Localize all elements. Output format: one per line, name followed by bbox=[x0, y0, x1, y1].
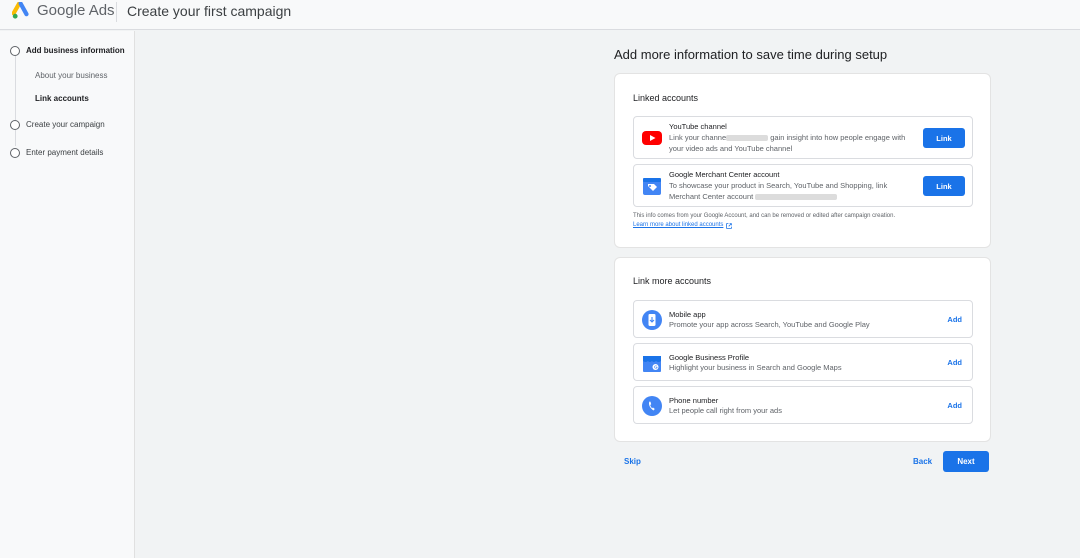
phone-number-title: Phone number bbox=[669, 396, 719, 405]
next-button[interactable]: Next bbox=[943, 451, 989, 472]
top-bar: Google Ads Create your first campaign bbox=[0, 0, 1080, 30]
merchant-center-row: Google Merchant Center account To showca… bbox=[633, 164, 973, 207]
substep-link-accounts[interactable]: Link accounts bbox=[35, 94, 89, 104]
google-ads-logo-icon[interactable] bbox=[12, 1, 32, 21]
skip-button[interactable]: Skip bbox=[624, 457, 641, 467]
mobile-app-row: Mobile app Promote your app across Searc… bbox=[633, 300, 973, 338]
stepper-line bbox=[14, 56, 16, 120]
mobile-app-add-button[interactable]: Add bbox=[947, 315, 962, 324]
youtube-channel-row: YouTube channel Link your channe gain in… bbox=[633, 116, 973, 159]
redacted-text bbox=[726, 135, 769, 142]
redacted-text bbox=[755, 194, 838, 201]
merchant-center-title: Google Merchant Center account bbox=[669, 170, 780, 179]
merchant-center-icon bbox=[643, 178, 661, 195]
youtube-channel-title: YouTube channel bbox=[669, 122, 727, 131]
learn-more-label[interactable]: Learn more about linked accounts bbox=[633, 221, 723, 230]
youtube-link-button[interactable]: Link bbox=[923, 128, 965, 148]
mobile-app-icon bbox=[642, 310, 662, 330]
step-indicator-icon bbox=[10, 148, 20, 158]
step-enter-payment-details[interactable]: Enter payment details bbox=[26, 148, 103, 158]
linked-accounts-card: Linked accounts YouTube channel Link you… bbox=[614, 73, 991, 248]
linked-accounts-title: Linked accounts bbox=[633, 93, 699, 103]
phone-icon bbox=[642, 396, 662, 416]
phone-number-description: Let people call right from your ads bbox=[669, 406, 782, 415]
substep-about-your-business[interactable]: About your business bbox=[35, 71, 108, 81]
step-indicator-icon bbox=[10, 120, 20, 130]
svg-text:G: G bbox=[654, 365, 658, 370]
mobile-app-title: Mobile app bbox=[669, 310, 706, 319]
youtube-icon bbox=[642, 131, 662, 145]
business-profile-icon: G bbox=[643, 356, 661, 372]
step-add-business-information[interactable]: Add business information bbox=[26, 46, 125, 56]
header-divider bbox=[116, 2, 117, 22]
business-profile-add-button[interactable]: Add bbox=[947, 358, 962, 367]
business-profile-row: G Google Business Profile Highlight your… bbox=[633, 343, 973, 381]
sidebar-stepper: Add business information About your busi… bbox=[0, 31, 135, 558]
business-profile-title: Google Business Profile bbox=[669, 353, 750, 362]
link-more-accounts-card: Link more accounts Mobile app Promote yo… bbox=[614, 257, 991, 442]
youtube-channel-description: Link your channe gain insight into how p… bbox=[669, 133, 906, 153]
merchant-center-description: To showcase your product in Search, YouT… bbox=[669, 181, 888, 201]
mobile-app-description: Promote your app across Search, YouTube … bbox=[669, 320, 870, 329]
page-title: Create your first campaign bbox=[127, 3, 292, 19]
merchant-center-link-button[interactable]: Link bbox=[923, 176, 965, 196]
step-indicator-icon bbox=[10, 46, 20, 56]
back-button[interactable]: Back bbox=[913, 457, 932, 467]
stepper-line bbox=[14, 130, 16, 146]
learn-more-linked-accounts-link[interactable]: Learn more about linked accounts bbox=[633, 221, 733, 230]
brand-name: Google Ads bbox=[37, 2, 115, 19]
linked-accounts-info: This info comes from your Google Account… bbox=[633, 213, 896, 219]
link-more-accounts-title: Link more accounts bbox=[633, 276, 712, 286]
phone-number-row: Phone number Let people call right from … bbox=[633, 386, 973, 424]
open-in-new-icon bbox=[726, 222, 733, 229]
phone-number-add-button[interactable]: Add bbox=[947, 401, 962, 410]
business-profile-description: Highlight your business in Search and Go… bbox=[669, 363, 842, 372]
step-create-your-campaign[interactable]: Create your campaign bbox=[26, 120, 105, 130]
main-title: Add more information to save time during… bbox=[614, 47, 888, 62]
